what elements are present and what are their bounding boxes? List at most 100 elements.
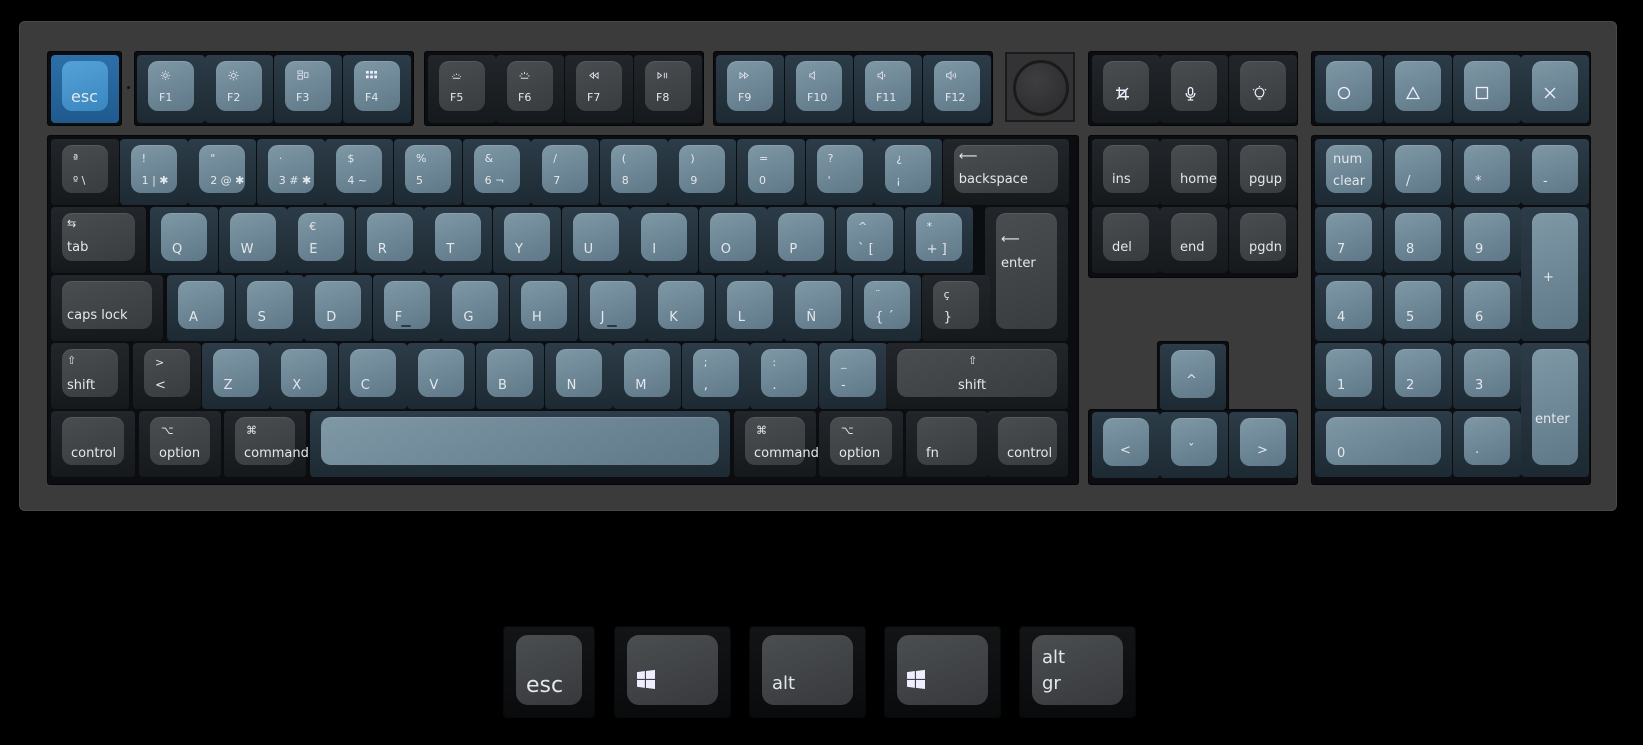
key-number-9[interactable]: ) 9 xyxy=(668,139,737,205)
key-num-3[interactable]: 3 xyxy=(1453,343,1521,409)
key-t[interactable]: T xyxy=(424,207,493,273)
key-num-0[interactable]: 0 xyxy=(1315,411,1452,477)
key-left-option[interactable]: ⌥ option xyxy=(139,411,221,477)
key-w[interactable]: W xyxy=(218,207,287,273)
key-macro-square[interactable] xyxy=(1453,55,1521,123)
key-f7[interactable]: F7 xyxy=(565,55,633,123)
key-number-0[interactable]: ª º \ xyxy=(51,139,119,205)
key-bottom-0[interactable]: > < xyxy=(133,343,201,409)
key-number-1[interactable]: ! 1 | ✱ xyxy=(119,139,188,205)
key-num-6[interactable]: 6 xyxy=(1453,275,1521,341)
key-+][interactable]: * + ] xyxy=(904,207,973,273)
key-right-command[interactable]: ⌘ command xyxy=(734,411,819,477)
key-number-4[interactable]: $4 ~ xyxy=(325,139,394,205)
key-fn[interactable]: fn xyxy=(906,411,988,477)
key-`[[interactable]: ^ ` [ xyxy=(836,207,904,273)
key-home-10[interactable]: ¨ { ´ xyxy=(853,275,921,341)
key-home-8[interactable]: L xyxy=(715,275,784,341)
key-home-5[interactable]: H xyxy=(510,275,578,341)
key-home-9[interactable]: Ñ xyxy=(784,275,853,341)
key-number-12[interactable]: ¿ ¡ xyxy=(874,139,943,205)
rotary-knob[interactable] xyxy=(1005,52,1075,122)
key-caps-lock[interactable]: caps lock xyxy=(51,275,163,341)
key-home-4[interactable]: G xyxy=(441,275,510,341)
key-number-7[interactable]: /7 xyxy=(531,139,600,205)
key-num-minus[interactable]: - xyxy=(1521,139,1589,205)
key-u[interactable]: U xyxy=(561,207,630,273)
key-home-1[interactable]: S xyxy=(235,275,304,341)
key-f2[interactable]: F2 xyxy=(205,55,273,123)
key-pgdn[interactable]: pgdn xyxy=(1229,207,1297,273)
key-num-dot[interactable]: . xyxy=(1453,411,1521,477)
key-left-shift[interactable]: ⇧ shift xyxy=(51,343,129,409)
key-bottom-1[interactable]: Z xyxy=(201,343,270,409)
key-arrow-right[interactable]: > xyxy=(1229,412,1297,478)
key-arrow-left[interactable]: < xyxy=(1092,412,1160,478)
spare-key-3[interactable] xyxy=(885,627,1000,717)
key-home-2[interactable]: D xyxy=(304,275,373,341)
key-number-10[interactable]: = 0 xyxy=(737,139,805,205)
key-pgup[interactable]: pgup xyxy=(1229,139,1297,205)
key-light[interactable] xyxy=(1229,55,1297,123)
key-left-command[interactable]: ⌘ command xyxy=(224,411,309,477)
key-f11[interactable]: F11 xyxy=(854,55,922,123)
key-num-4[interactable]: 4 xyxy=(1315,275,1383,341)
key-num-plus[interactable]: + xyxy=(1521,207,1589,341)
key-num-slash[interactable]: / xyxy=(1384,139,1452,205)
key-bottom-9[interactable]: :. xyxy=(750,343,819,409)
key-del[interactable]: del xyxy=(1092,207,1160,273)
key-bottom-7[interactable]: M xyxy=(613,343,682,409)
key-bottom-6[interactable]: N xyxy=(544,343,613,409)
key-number-3[interactable]: · 3 # ✱ xyxy=(256,139,325,205)
key-f6[interactable]: F6 xyxy=(496,55,564,123)
spare-key-0[interactable]: esc xyxy=(504,627,594,717)
key-home-0[interactable]: A xyxy=(167,275,235,341)
key-y[interactable]: Y xyxy=(493,207,561,273)
key-num-2[interactable]: 2 xyxy=(1384,343,1452,409)
key-voice[interactable] xyxy=(1160,55,1228,123)
key-screenshot[interactable] xyxy=(1092,55,1160,123)
key-backspace[interactable]: ⟵ backspace xyxy=(942,139,1069,205)
key-tab[interactable]: ⇆ tab xyxy=(51,207,146,273)
key-macro-triangle[interactable] xyxy=(1384,55,1452,123)
key-home-7[interactable]: K xyxy=(647,275,716,341)
key-number-11[interactable]: ? ' xyxy=(805,139,874,205)
key-num-5[interactable]: 5 xyxy=(1384,275,1452,341)
key-f5[interactable]: F5 xyxy=(428,55,496,123)
key-bottom-4[interactable]: V xyxy=(407,343,476,409)
key-bottom-10[interactable]: _ - xyxy=(819,343,887,409)
key-num-enter[interactable]: enter xyxy=(1521,343,1589,477)
key-esc[interactable]: esc xyxy=(51,55,119,123)
key-bottom-8[interactable]: ;, xyxy=(681,343,750,409)
key-q[interactable]: Q xyxy=(150,207,218,273)
key-arrow-down[interactable]: ˇ xyxy=(1160,412,1228,478)
key-space[interactable] xyxy=(310,411,730,477)
key-right-shift[interactable]: ⇧ shift xyxy=(886,343,1068,409)
key-r[interactable]: R xyxy=(355,207,424,273)
key-right-option[interactable]: ⌥ option xyxy=(819,411,903,477)
key-number-2[interactable]: " 2 @ ✱ xyxy=(188,139,257,205)
key-number-8[interactable]: (8 xyxy=(599,139,668,205)
key-f4[interactable]: F4 xyxy=(343,55,411,123)
key-right-control[interactable]: control xyxy=(987,411,1068,477)
key-num-9[interactable]: 9 xyxy=(1453,207,1521,273)
key-num-1[interactable]: 1 xyxy=(1315,343,1383,409)
key-f12[interactable]: F12 xyxy=(923,55,991,123)
key-num-7[interactable]: 7 xyxy=(1315,207,1383,273)
key-o[interactable]: O xyxy=(698,207,767,273)
key-bottom-2[interactable]: X xyxy=(270,343,339,409)
key-arrow-up[interactable]: ^ xyxy=(1160,344,1226,410)
key-bottom-3[interactable]: C xyxy=(338,343,407,409)
key-number-6[interactable]: & 6 ¬ xyxy=(462,139,531,205)
spare-key-1[interactable] xyxy=(615,627,730,717)
key-left-control[interactable]: control xyxy=(51,411,135,477)
key-ins[interactable]: ins xyxy=(1092,139,1160,205)
key-macro-cross[interactable] xyxy=(1521,55,1589,123)
key-macro-circle[interactable] xyxy=(1315,55,1383,123)
key-enter[interactable]: ⟵ enter xyxy=(985,207,1068,341)
key-home-11[interactable]: ç} xyxy=(921,275,990,341)
key-home-3[interactable]: F xyxy=(372,275,441,341)
spare-key-4[interactable]: alt gr xyxy=(1020,627,1135,717)
key-f9[interactable]: F9 xyxy=(716,55,784,123)
key-home[interactable]: home xyxy=(1160,139,1228,205)
